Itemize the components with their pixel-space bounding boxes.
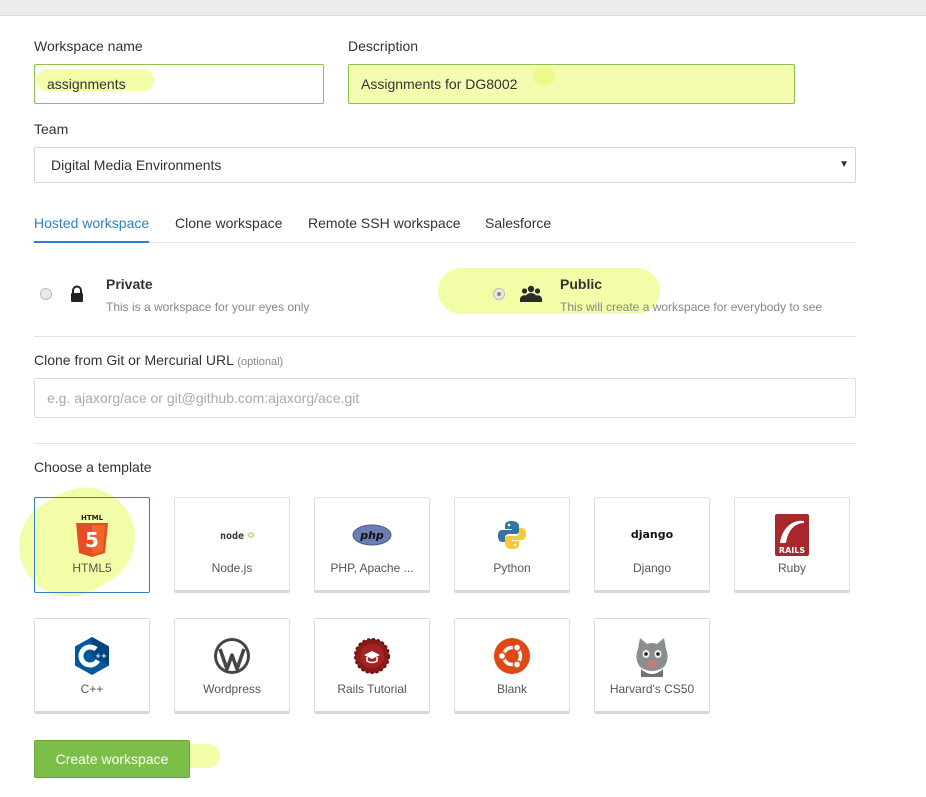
nodejs-icon: node	[175, 514, 289, 556]
svg-text:RAILS: RAILS	[779, 546, 805, 555]
divider	[34, 443, 856, 444]
private-radio[interactable]	[40, 288, 52, 300]
svg-text:++: ++	[95, 652, 107, 660]
template-label: C++	[80, 682, 104, 696]
team-label: Team	[34, 121, 69, 137]
template-ruby[interactable]: RAILS Ruby	[734, 497, 850, 593]
template-label: Blank	[496, 682, 528, 696]
workspace-name-label: Workspace name	[34, 38, 143, 54]
clone-url-input[interactable]: e.g. ajaxorg/ace or git@github.com:ajaxo…	[34, 378, 856, 418]
template-php-apache[interactable]: php PHP, Apache ...	[314, 497, 430, 593]
svg-text:HTML: HTML	[81, 514, 104, 522]
optional-hint: (optional)	[237, 356, 284, 368]
divider	[34, 336, 856, 337]
workspace-name-value: assignments	[47, 76, 126, 92]
private-desc: This is a workspace for your eyes only	[106, 300, 310, 314]
public-title: Public	[560, 276, 603, 292]
template-python[interactable]: Python	[454, 497, 570, 593]
public-radio[interactable]	[493, 288, 505, 300]
create-workspace-button[interactable]: Create workspace	[34, 740, 190, 778]
caret-down-icon: ▼	[839, 159, 849, 170]
template-label: PHP, Apache ...	[330, 561, 414, 575]
template-wordpress[interactable]: Wordpress	[174, 618, 290, 714]
highlight-mark	[533, 66, 555, 86]
clone-url-label: Clone from Git or Mercurial URL (optiona…	[34, 352, 283, 368]
svg-text:node: node	[220, 531, 244, 542]
description-label: Description	[348, 38, 419, 54]
php-icon: php	[315, 514, 429, 556]
template-cpp[interactable]: ++ C++	[34, 618, 150, 714]
rails-icon: RAILS	[735, 514, 849, 556]
template-label: HTML5	[72, 561, 112, 575]
public-desc: This will create a workspace for everybo…	[560, 300, 823, 314]
svg-text:django: django	[631, 528, 674, 541]
template-nodejs[interactable]: node Node.js	[174, 497, 290, 593]
template-django[interactable]: django Django	[594, 497, 710, 593]
template-label: Harvard's CS50	[609, 682, 695, 696]
template-label: Wordpress	[203, 682, 261, 696]
private-title: Private	[106, 276, 153, 292]
top-bar	[0, 0, 926, 16]
wordpress-icon	[175, 635, 289, 677]
template-harvard-cs50[interactable]: Harvard's CS50	[594, 618, 710, 714]
workspace-type-tabs: Hosted workspace Clone workspace Remote …	[34, 204, 856, 243]
clone-url-label-text: Clone from Git or Mercurial URL	[34, 352, 234, 368]
template-label: Ruby	[777, 561, 806, 575]
ubuntu-icon	[455, 635, 569, 677]
tab-remote-ssh-workspace[interactable]: Remote SSH workspace	[308, 204, 461, 243]
description-value: Assignments for DG8002	[361, 76, 518, 92]
team-select[interactable]: Digital Media Environments ▼	[34, 147, 856, 183]
team-select-value: Digital Media Environments	[51, 157, 222, 173]
html5-icon: HTML 5	[35, 514, 149, 557]
cpp-icon: ++	[35, 635, 149, 677]
description-input[interactable]: Assignments for DG8002	[348, 64, 795, 104]
tab-salesforce[interactable]: Salesforce	[485, 204, 551, 243]
template-label: Node.js	[211, 561, 253, 575]
cat-icon	[595, 635, 709, 677]
template-label: Rails Tutorial	[337, 682, 407, 696]
template-html5[interactable]: HTML 5 HTML5	[34, 497, 150, 593]
template-label: Django	[632, 561, 672, 575]
tab-clone-workspace[interactable]: Clone workspace	[175, 204, 282, 243]
rails-tutorial-icon	[315, 635, 429, 677]
python-icon	[455, 514, 569, 556]
django-icon: django	[595, 514, 709, 556]
template-label: Python	[493, 561, 531, 575]
svg-text:php: php	[359, 529, 384, 542]
tab-hosted-workspace[interactable]: Hosted workspace	[34, 204, 150, 243]
lock-icon	[68, 285, 86, 306]
group-icon	[520, 284, 542, 307]
clone-url-placeholder: e.g. ajaxorg/ace or git@github.com:ajaxo…	[47, 390, 360, 406]
choose-template-label: Choose a template	[34, 459, 152, 475]
workspace-name-input[interactable]: assignments	[34, 64, 324, 104]
template-blank[interactable]: Blank	[454, 618, 570, 714]
svg-text:5: 5	[85, 528, 99, 552]
template-rails-tutorial[interactable]: Rails Tutorial	[314, 618, 430, 714]
